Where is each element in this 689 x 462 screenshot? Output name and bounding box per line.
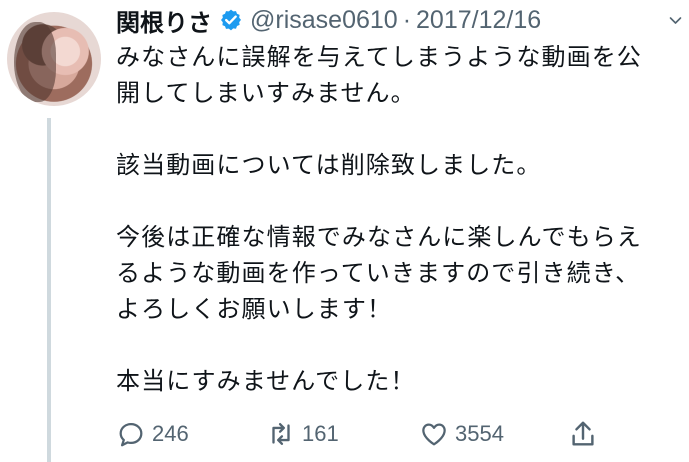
reply-icon [119,423,143,447]
thread-line [47,118,51,462]
retweet-button[interactable]: 161 [266,416,339,452]
like-count: 3554 [455,421,504,446]
user-handle[interactable]: @risase0610 [250,6,398,35]
reply-button[interactable]: 246 [116,416,189,452]
retweet-icon [272,422,290,446]
tweet-date[interactable]: 2017/12/16 [416,6,541,35]
share-icon [572,421,594,446]
tweet-text: みなさんに誤解を与えてしまうような動画を公 開してしまいすみません。 該当動画に… [116,43,642,395]
tweet-header: 関根りさ @risase0610 · 2017/12/16 [116,0,541,40]
chevron-down-icon[interactable] [668,13,683,28]
retweet-count: 161 [302,421,339,446]
like-button[interactable]: 3554 [419,416,504,452]
share-button[interactable] [568,416,604,452]
reply-count: 246 [152,421,189,446]
display-name[interactable]: 関根りさ [116,3,212,38]
metadata-separator: · [402,5,412,34]
like-icon [422,423,446,446]
avatar[interactable] [7,12,101,106]
verified-badge-icon [221,9,241,31]
